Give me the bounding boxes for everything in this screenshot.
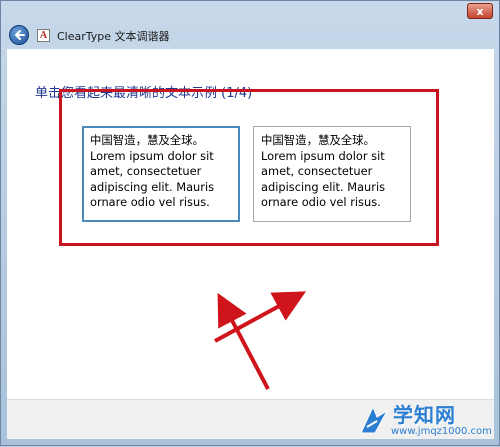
sample-line: ornare odio vel risus. (261, 195, 381, 209)
window-title: ClearType 文本调谐器 (57, 30, 170, 43)
title-bar: A ClearType 文本调谐器 (7, 23, 494, 49)
watermark-logo-icon (360, 405, 389, 434)
close-button[interactable]: x (467, 3, 493, 19)
sample-line: ornare odio vel risus. (90, 195, 210, 209)
back-arrow-icon (15, 30, 25, 40)
sample-line: amet, consectetuer (90, 164, 202, 178)
back-button[interactable] (9, 25, 29, 45)
cleartype-icon: A (37, 29, 50, 42)
cleartype-window: x A ClearType 文本调谐器 单击您看起来最清晰的文本示例 (1/4)… (0, 0, 500, 446)
sample-line: adipiscing elit. Mauris (261, 179, 386, 194)
sample-line: amet, consectetuer (261, 164, 373, 178)
close-icon: x (476, 5, 484, 18)
watermark-name: 学知网 (393, 403, 456, 427)
sample-line: 中国智造，慧及全球。 (90, 133, 204, 147)
watermark: 学知网 www.jmqz1000.com (355, 399, 495, 443)
sample-line: Lorem ipsum dolor sit (261, 148, 385, 163)
sample-line: 中国智造，慧及全球。 (261, 133, 375, 147)
watermark-url: www.jmqz1000.com (391, 426, 492, 437)
sample-line: Lorem ipsum dolor sit (90, 148, 214, 163)
sample-line: adipiscing elit. Mauris (90, 179, 215, 194)
text-sample-1[interactable]: 中国智造，慧及全球。 Lorem ipsum dolor sit amet, c… (82, 126, 240, 222)
text-sample-2[interactable]: 中国智造，慧及全球。 Lorem ipsum dolor sit amet, c… (253, 126, 411, 222)
